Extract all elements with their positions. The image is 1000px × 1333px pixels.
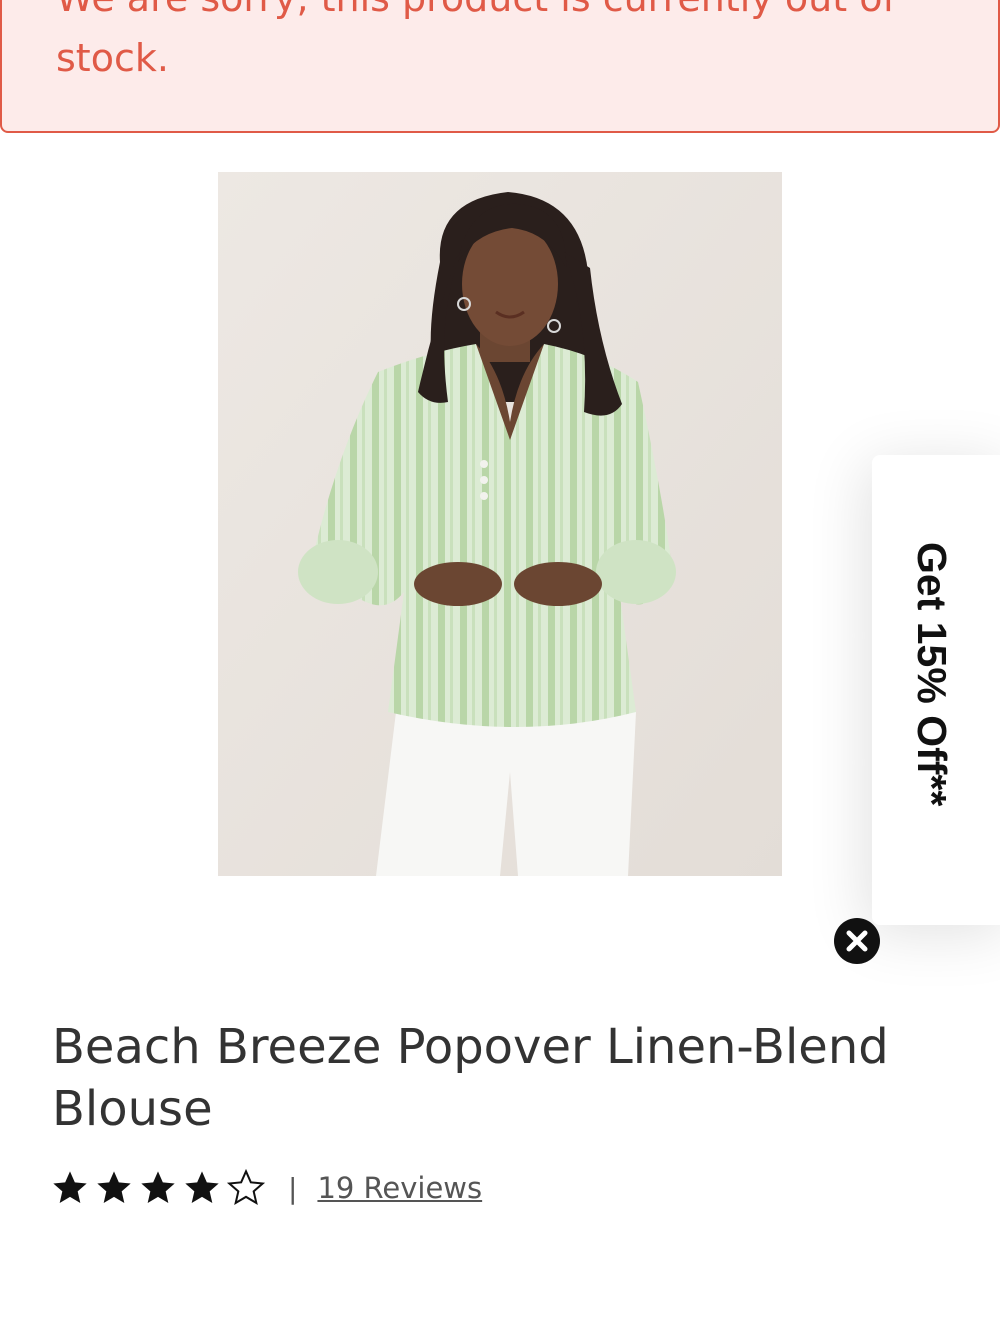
product-title: Beach Breeze Popover Linen-Blend Blouse [52,1019,889,1137]
rating-divider: | [288,1171,298,1205]
star-outline-icon [226,1168,266,1206]
product-photo [218,172,782,876]
close-icon [846,930,868,952]
promo-label[interactable]: Get 15% Off** [908,542,955,806]
star-filled-icon [185,1171,219,1203]
star-filled-icon [53,1171,87,1203]
star-filled-icon [97,1171,131,1203]
reviews-link[interactable]: 19 Reviews [317,1171,482,1205]
out-of-stock-alert: We are sorry, this product is currently … [0,0,1000,133]
close-promo-button[interactable] [834,918,880,964]
star-filled-icon [141,1171,175,1203]
product-rating: | 19 Reviews [50,1166,482,1210]
product-image[interactable] [218,172,782,876]
alert-message: We are sorry, this product is currently … [56,0,896,80]
star-rating [50,1168,270,1208]
